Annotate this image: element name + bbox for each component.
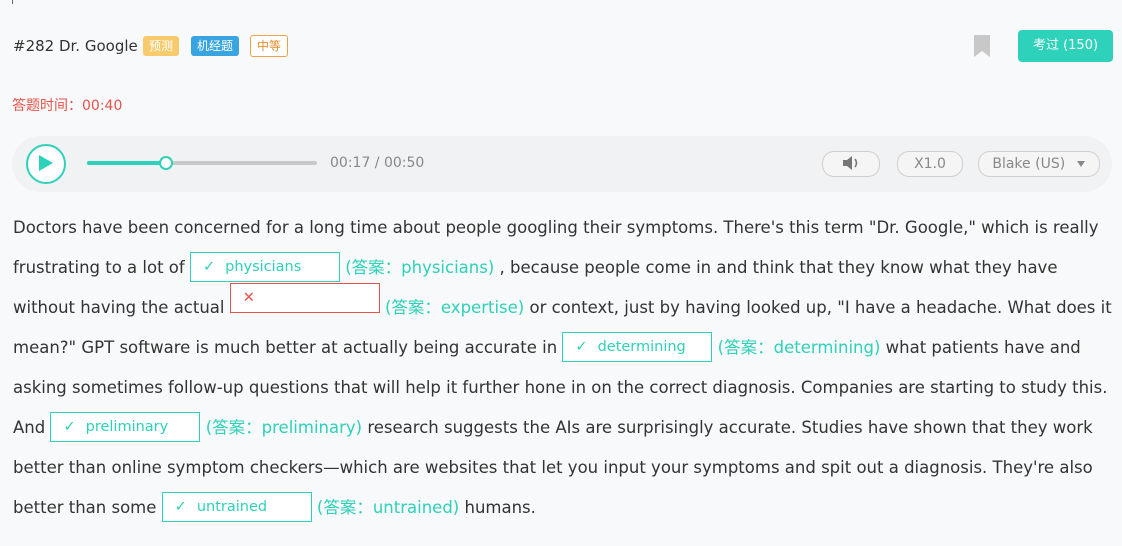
exam-count-button[interactable]: 考过 (150) <box>1018 30 1113 62</box>
time-display: 00:17 / 00:50 <box>330 155 425 171</box>
correct-answer: (答案：physicians) <box>345 258 495 277</box>
answer-timer: 答题时间：00:40 <box>12 95 122 115</box>
cross-icon: ✕ <box>242 289 255 306</box>
progress-track[interactable] <box>87 156 317 170</box>
passage-segment: humans. <box>464 498 536 517</box>
speed-button[interactable]: X1.0 <box>897 151 963 177</box>
timer-label: 答题时间： <box>12 98 82 114</box>
correct-answer: (答案：preliminary) <box>205 418 363 437</box>
progress-handle[interactable] <box>159 156 174 170</box>
correct-answer: (答案：expertise) <box>385 298 525 317</box>
answer-blank[interactable]: ✓ preliminary <box>50 411 201 442</box>
tag-predict: 预测 <box>143 36 180 56</box>
progress-fill <box>87 161 166 165</box>
answer-blank[interactable]: ✓ determining <box>562 331 713 362</box>
timer-value: 00:40 <box>82 98 123 114</box>
passage-text: Doctors have been concerned for a long t… <box>13 208 1113 528</box>
blank-value: preliminary <box>85 418 169 435</box>
correct-answer: (答案：determining) <box>717 338 881 357</box>
caret-down-icon <box>1076 161 1085 167</box>
audio-player: 00:17 / 00:50 X1.0 Blake (US) <box>12 136 1112 192</box>
check-icon: ✓ <box>202 258 216 275</box>
answer-blank[interactable]: ✕ <box>229 282 380 313</box>
bookmark-icon[interactable] <box>973 34 991 58</box>
question-title: #282 Dr. Google <box>13 37 138 55</box>
check-icon: ✓ <box>174 498 187 515</box>
play-button[interactable] <box>26 144 66 184</box>
correct-answer: (答案：untrained) <box>316 498 460 517</box>
answer-blank[interactable]: ✓ untrained <box>161 491 312 522</box>
question-header: #282 Dr. Google 预测 机经题 中等 考过 (150) <box>13 30 1113 62</box>
play-icon <box>39 155 53 171</box>
voice-select[interactable]: Blake (US) <box>978 151 1100 177</box>
voice-label: Blake (US) <box>992 156 1066 172</box>
tag-difficulty: 中等 <box>250 35 289 57</box>
volume-button[interactable] <box>822 151 880 177</box>
text-cursor <box>12 0 13 4</box>
blank-value: determining <box>597 338 686 355</box>
volume-icon <box>843 156 858 170</box>
blank-value: untrained <box>196 498 268 515</box>
blank-value: physicians <box>225 258 302 275</box>
check-icon: ✓ <box>63 418 76 435</box>
check-icon: ✓ <box>575 338 588 355</box>
answer-blank[interactable]: ✓ physicians <box>189 251 340 282</box>
tag-exam-memory: 机经题 <box>191 36 240 56</box>
